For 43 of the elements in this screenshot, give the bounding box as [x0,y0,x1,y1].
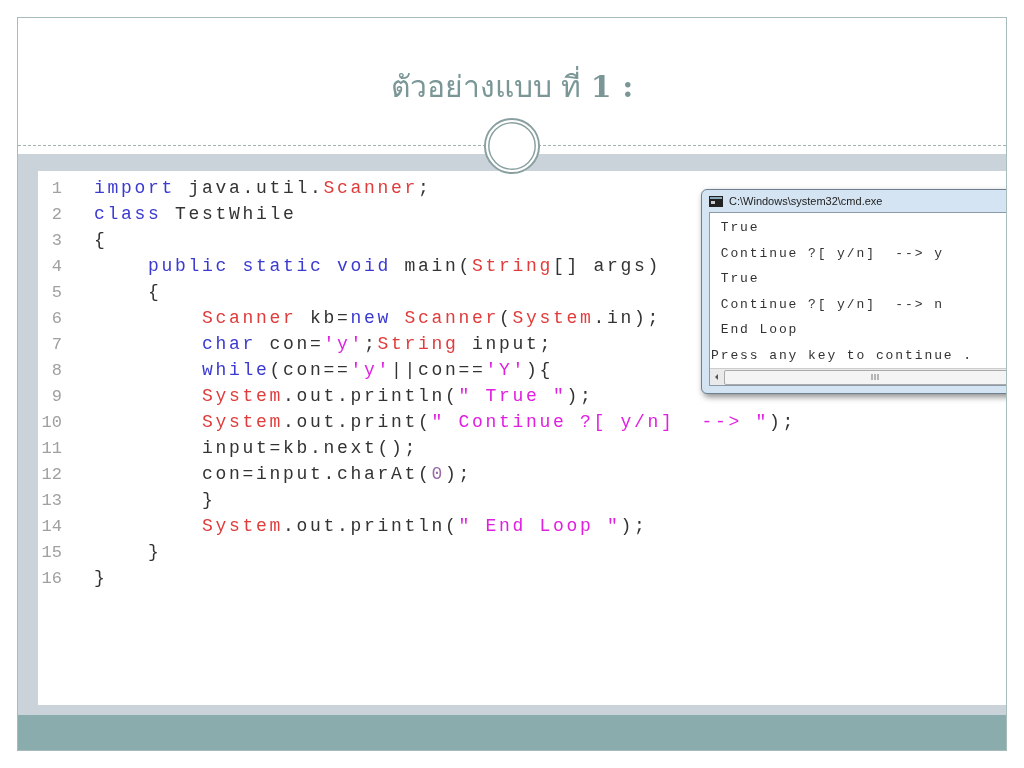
code-line: System.out.print(" Continue ?[ y/n] --> "); [201,412,797,432]
code-line: Scanner kb=new Scanner(System.in); [201,308,662,328]
line-number: 13 [40,490,62,510]
line-number: 3 [50,230,62,250]
line-number: 16 [40,568,62,588]
code-line: import java.util.Scanner; [94,178,432,198]
code-line: input=kb.next(); [201,438,419,458]
console-line: Press any key to continue . [711,346,974,365]
line-number: 8 [50,360,62,380]
code-line: } [147,542,162,562]
line-number: 4 [50,256,62,276]
line-number: 2 [50,204,62,224]
line-number: 15 [40,542,62,562]
code-line: public static void main(String[] args) [147,256,662,276]
console-line: End Loop [719,321,800,339]
window-title: C:\Windows\system32\cmd.exe [729,195,883,207]
line-number: 11 [40,438,62,458]
console-line: True [719,270,761,288]
console-line: Continue ?[ y/n] --> y [719,244,945,263]
console-icon [709,195,723,207]
line-number: 14 [40,516,62,536]
code-line: { [94,230,108,250]
grip-icon [871,374,879,380]
scroll-left-icon[interactable] [713,373,721,381]
code-line: char con='y';String input; [201,334,554,354]
code-line: } [94,568,108,588]
line-number: 9 [50,386,62,406]
code-line: while(con=='y'||con=='Y'){ [201,360,554,380]
code-line: { [147,282,162,302]
code-line: } [201,490,216,510]
line-number: 12 [40,464,62,484]
line-number: 7 [50,334,62,354]
slide-title: ตัวอย่างแบบ ที่ 1 : [390,63,634,110]
line-number: 10 [40,412,62,432]
line-number: 5 [50,282,62,302]
code-line: con=input.charAt(0); [201,464,473,484]
line-number: 1 [50,178,62,198]
code-line: System.out.println(" End Loop "); [201,516,648,536]
console-line: True [719,219,761,237]
line-number: 6 [50,308,62,328]
code-line: class TestWhile [94,204,297,224]
code-line: System.out.println(" True "); [201,386,594,406]
console-line: Continue ?[ y/n] --> n [719,295,945,314]
